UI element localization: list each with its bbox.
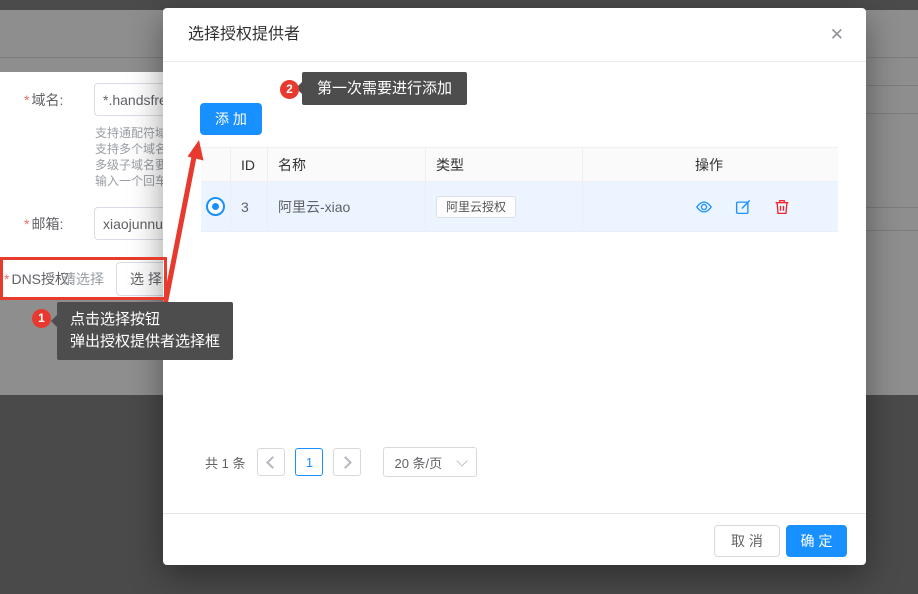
row-select-cell: [201, 182, 231, 231]
email-input[interactable]: [94, 207, 163, 240]
actions-column-header: 操作: [583, 148, 838, 181]
required-asterisk: *: [24, 216, 29, 232]
row-type-cell: 阿里云授权: [426, 182, 583, 231]
page-size-value: 20 条/页: [394, 453, 442, 472]
tooltip-line: 点击选择按钮: [70, 309, 220, 331]
tooltip-line: 弹出授权提供者选择框: [70, 331, 220, 353]
domain-hint-line: 多级子域名要分: [95, 157, 163, 173]
page-size-select[interactable]: 20 条/页: [383, 447, 477, 477]
row-id-cell: 3: [231, 182, 268, 231]
annotation-tooltip-2: 第一次需要进行添加: [302, 72, 467, 105]
name-column-header: 名称: [268, 148, 426, 181]
row-radio-selected[interactable]: [206, 197, 225, 216]
chevron-right-icon: [340, 456, 353, 469]
confirm-button[interactable]: 确 定: [786, 525, 847, 557]
tooltip-line: 第一次需要进行添加: [317, 77, 452, 100]
domain-input[interactable]: [94, 83, 163, 116]
dialog-title: 选择授权提供者: [188, 8, 300, 62]
row-actions-cell: [583, 182, 838, 231]
edit-icon[interactable]: [734, 198, 752, 216]
annotation-rect: [0, 257, 167, 300]
annotation-badge-1: 1: [32, 309, 51, 328]
screen: *域名: 支持通配符域名 支持多个域名、 多级子域名要分 输入一个回车之 *邮箱…: [0, 0, 918, 594]
delete-icon[interactable]: [773, 198, 791, 216]
view-icon[interactable]: [695, 198, 713, 216]
select-auth-provider-dialog: 选择授权提供者 ✕ 添 加 ID 名称 类型 操作 3 阿里云-xiao 阿里云…: [163, 8, 866, 565]
prev-page-button[interactable]: [257, 448, 285, 476]
chevron-left-icon: [267, 456, 280, 469]
dialog-footer: 取 消 确 定: [163, 513, 866, 565]
pagination: 共 1 条 1 20 条/页: [205, 447, 477, 477]
chevron-down-icon: [457, 455, 468, 466]
close-icon[interactable]: ✕: [830, 8, 844, 62]
select-column-header: [201, 148, 231, 181]
table-header-row: ID 名称 类型 操作: [201, 147, 838, 182]
domain-hint-line: 输入一个回车之: [95, 173, 163, 189]
annotation-badge-2: 2: [280, 80, 299, 99]
next-page-button[interactable]: [333, 448, 361, 476]
tooltip-arrow: [51, 315, 57, 327]
required-asterisk: *: [24, 92, 29, 108]
email-label: *邮箱:: [24, 207, 63, 241]
cancel-button[interactable]: 取 消: [714, 525, 780, 557]
domain-hint-line: 支持通配符域名: [95, 125, 163, 141]
dialog-header: 选择授权提供者 ✕: [163, 8, 866, 62]
domain-hint-line: 支持多个域名、: [95, 141, 163, 157]
row-name-cell: 阿里云-xiao: [268, 182, 426, 231]
pagination-total: 共 1 条: [205, 453, 245, 472]
annotation-tooltip-1: 点击选择按钮 弹出授权提供者选择框: [57, 302, 233, 360]
table-row[interactable]: 3 阿里云-xiao 阿里云授权: [201, 182, 838, 232]
type-column-header: 类型: [426, 148, 583, 181]
type-tag: 阿里云授权: [436, 196, 516, 218]
id-column-header: ID: [231, 148, 268, 181]
add-button[interactable]: 添 加: [200, 103, 262, 135]
page-number-button[interactable]: 1: [295, 448, 323, 476]
domain-label: *域名:: [24, 83, 63, 117]
provider-table: ID 名称 类型 操作 3 阿里云-xiao 阿里云授权: [201, 147, 838, 232]
